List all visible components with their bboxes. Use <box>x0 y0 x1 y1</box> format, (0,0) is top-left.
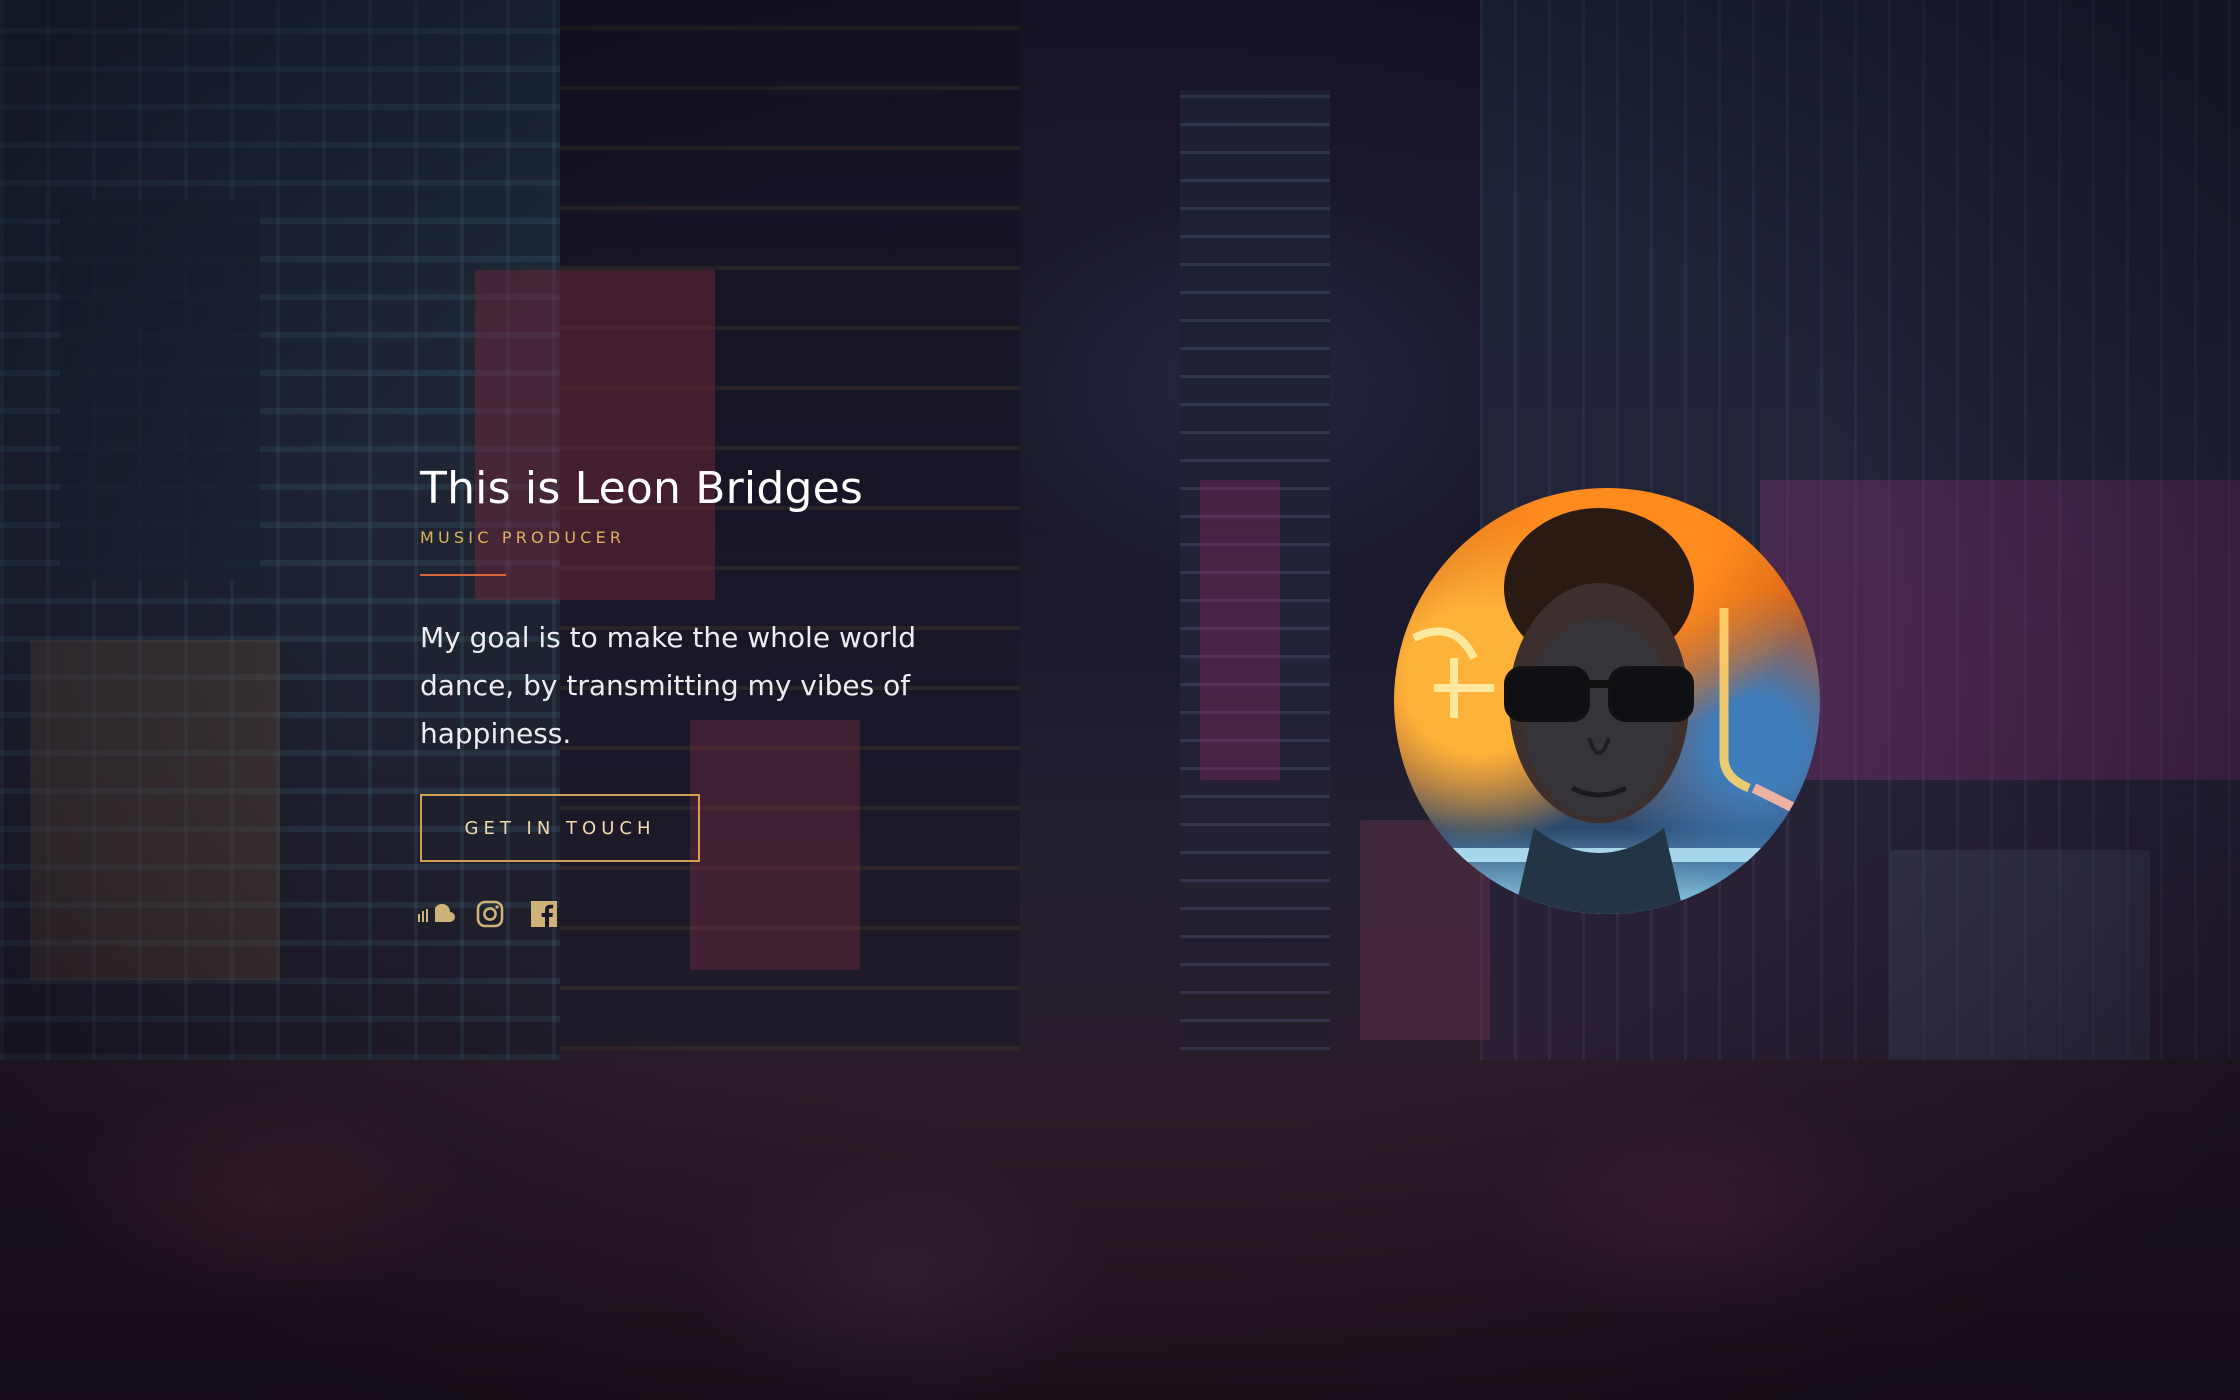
profile-photo <box>1394 488 1820 914</box>
soundcloud-link[interactable] <box>418 900 455 932</box>
hero-section: This is Leon Bridges MUSIC PRODUCER My g… <box>418 462 980 932</box>
title-divider <box>420 574 506 576</box>
instagram-icon <box>476 900 504 932</box>
facebook-icon <box>530 900 558 932</box>
soundcloud-icon <box>416 902 456 930</box>
page-title: This is Leon Bridges <box>420 463 863 514</box>
background-city-image <box>0 0 2240 1400</box>
bio-text: My goal is to make the whole world dance… <box>420 621 917 750</box>
social-links <box>418 900 980 932</box>
instagram-link[interactable] <box>474 900 506 932</box>
facebook-link[interactable] <box>528 900 560 932</box>
role-subtitle: MUSIC PRODUCER <box>420 528 626 547</box>
get-in-touch-button[interactable]: GET IN TOUCH <box>420 794 700 862</box>
